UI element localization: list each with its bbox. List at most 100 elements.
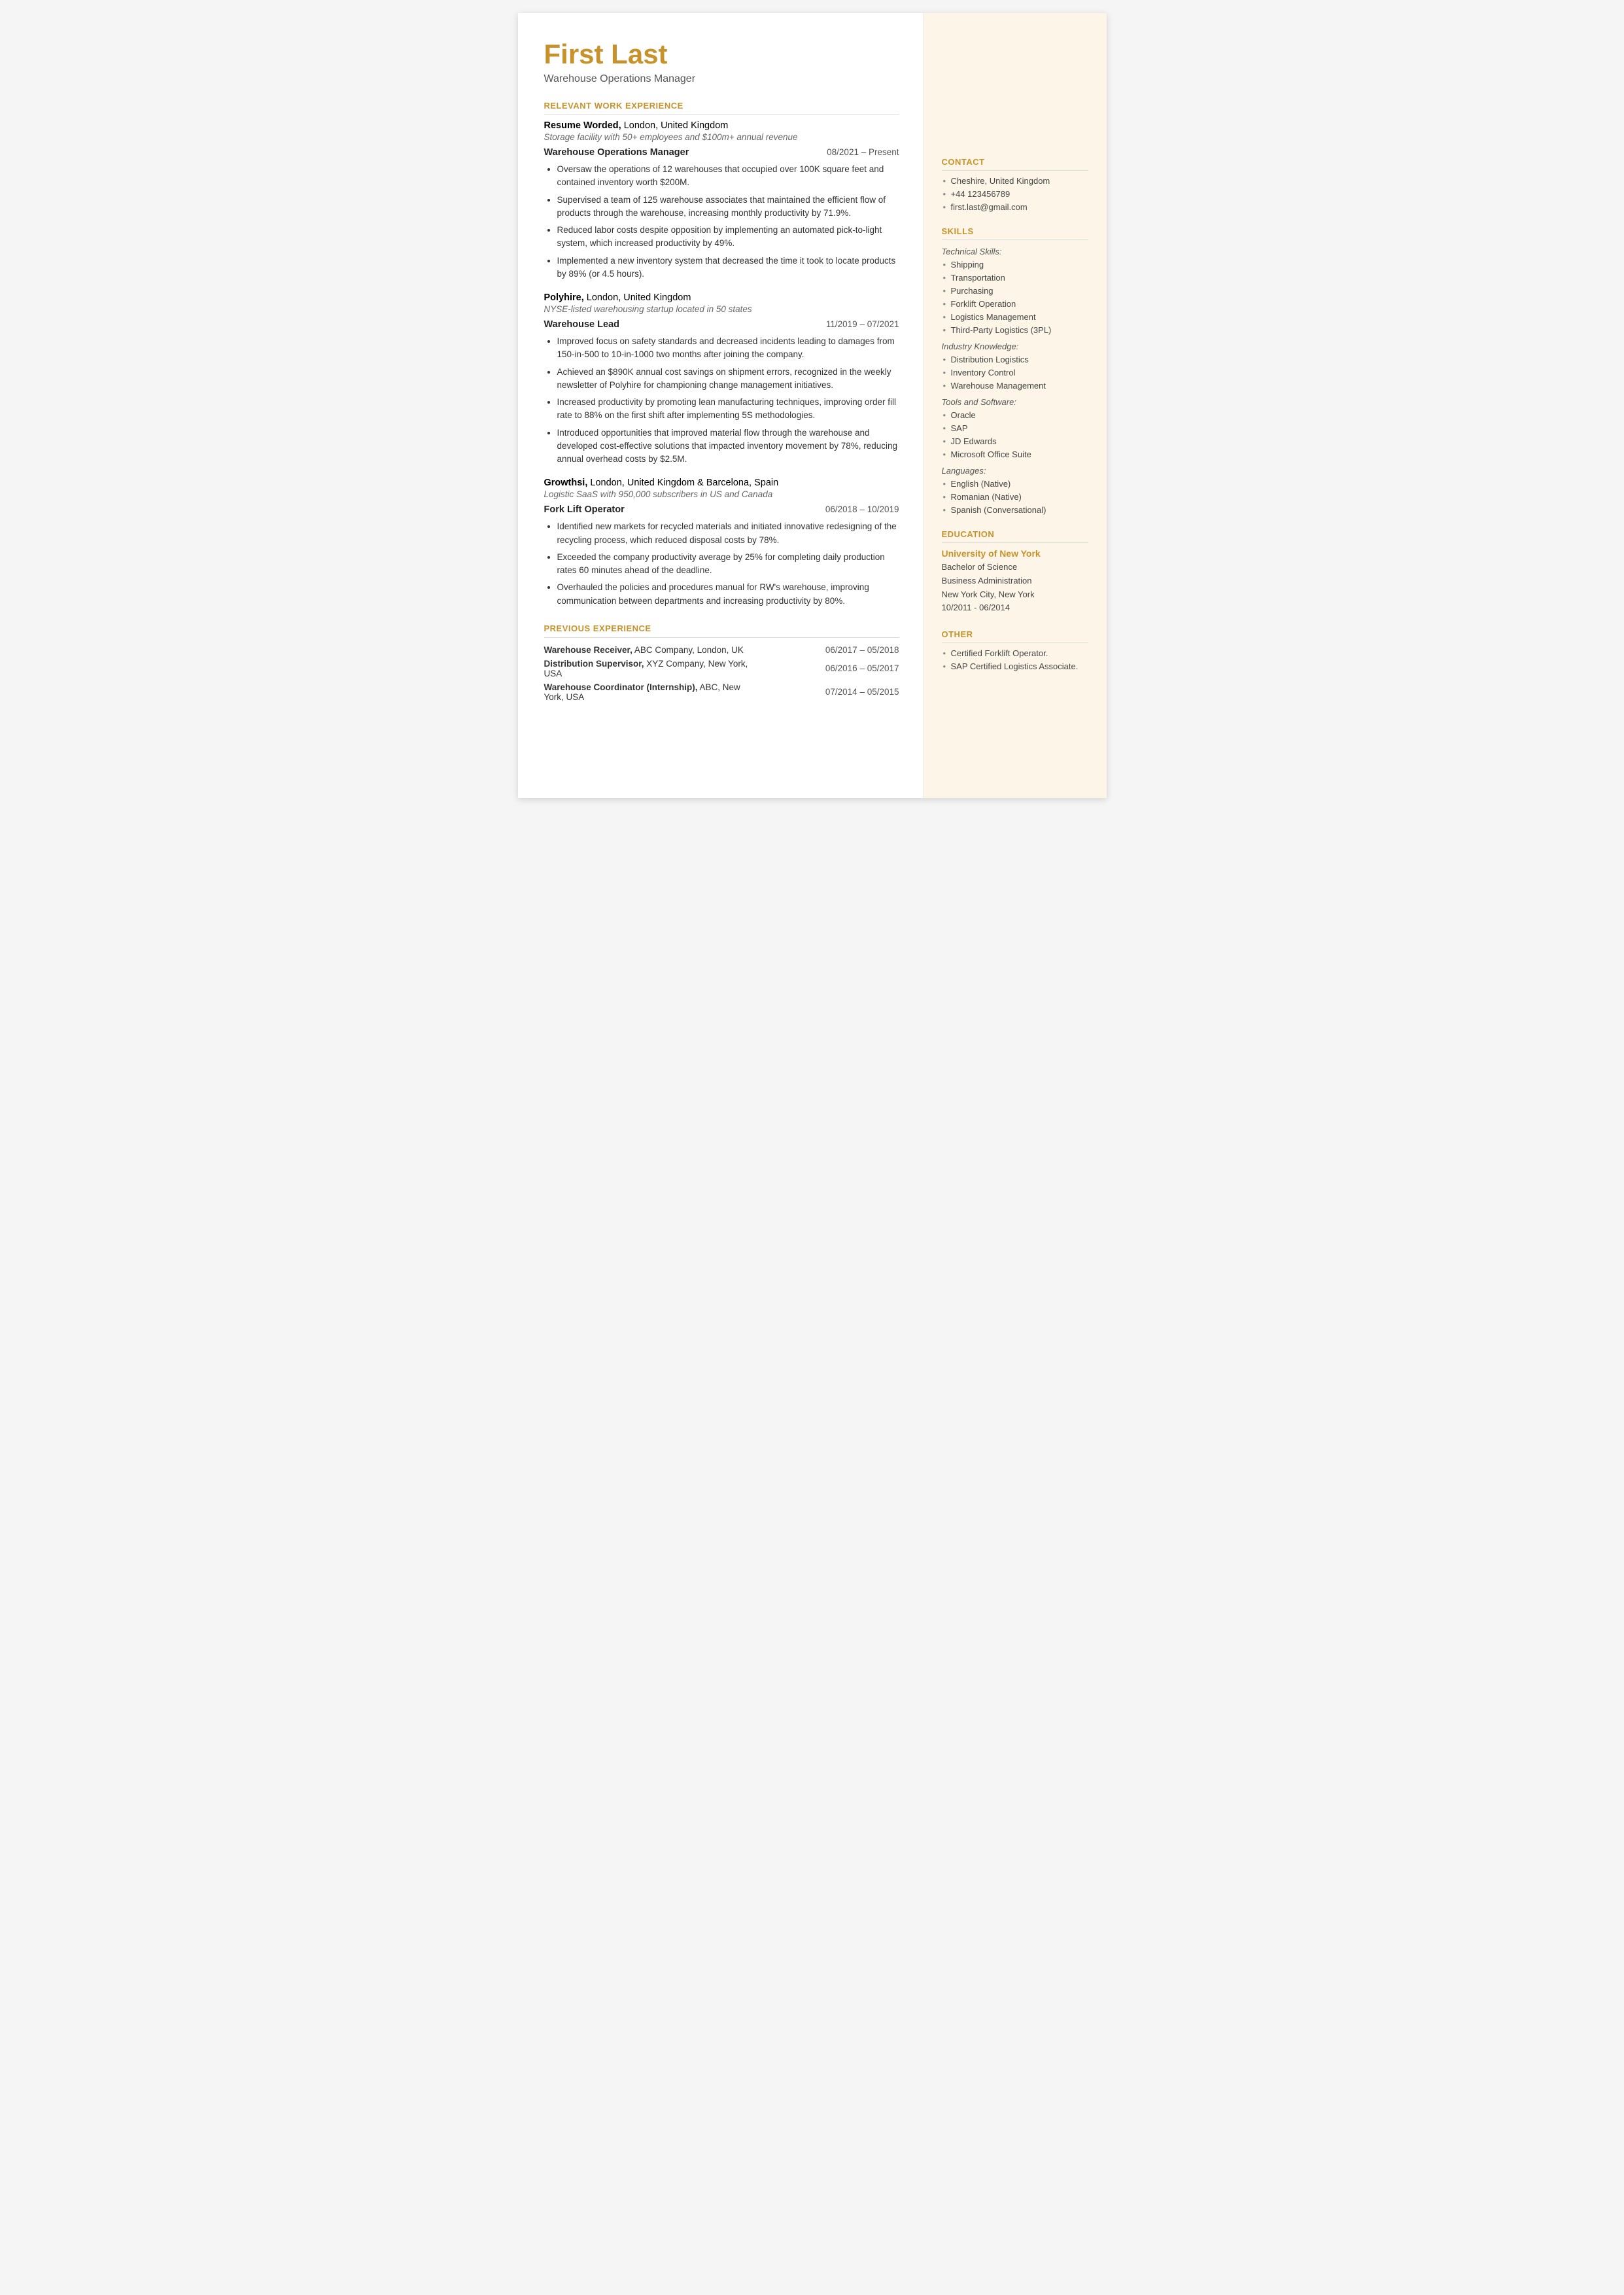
prev-role-3-bold: Warehouse Coordinator (Internship), xyxy=(544,682,698,692)
employer-2-tagline: NYSE-listed warehousing startup located … xyxy=(544,304,899,314)
skills-cat-1: Technical Skills: xyxy=(942,247,1088,256)
bullets-2: Improved focus on safety standards and d… xyxy=(544,335,899,466)
skill-4-1: English (Native) xyxy=(942,479,1088,489)
employer-1-tagline: Storage facility with 50+ employees and … xyxy=(544,132,899,142)
previous-experience-title: PREVIOUS EXPERIENCE xyxy=(544,623,899,638)
skill-4-3: Spanish (Conversational) xyxy=(942,505,1088,515)
skill-1-6: Third-Party Logistics (3PL) xyxy=(942,325,1088,335)
resume-page: First Last Warehouse Operations Manager … xyxy=(518,13,1107,798)
role-date-2: 11/2019 – 07/2021 xyxy=(826,319,899,329)
skill-3-2: SAP xyxy=(942,423,1088,433)
previous-table: Warehouse Receiver, ABC Company, London,… xyxy=(544,643,899,704)
prev-date-3: 07/2014 – 05/2015 xyxy=(757,680,899,704)
employer-2-bold: Polyhire, xyxy=(544,292,584,303)
other-item-1: Certified Forklift Operator. xyxy=(942,648,1088,658)
skills-title: SKILLS xyxy=(942,226,1088,240)
bullet-1-3: Reduced labor costs despite opposition b… xyxy=(557,224,899,251)
header-block: First Last Warehouse Operations Manager xyxy=(544,39,899,85)
other-title: OTHER xyxy=(942,629,1088,643)
contact-location: Cheshire, United Kingdom xyxy=(942,176,1088,186)
edu-dates: 10/2011 - 06/2014 xyxy=(942,603,1011,612)
skill-2-1: Distribution Logistics xyxy=(942,355,1088,364)
prev-role-3: Warehouse Coordinator (Internship), ABC,… xyxy=(544,680,757,704)
bullet-1-1: Oversaw the operations of 12 warehouses … xyxy=(557,163,899,190)
skill-2-3: Warehouse Management xyxy=(942,381,1088,391)
skills-list-4: English (Native) Romanian (Native) Spani… xyxy=(942,479,1088,515)
candidate-name: First Last xyxy=(544,39,899,69)
bullet-3-3: Overhauled the policies and procedures m… xyxy=(557,581,899,608)
prev-date-1: 06/2017 – 05/2018 xyxy=(757,643,899,657)
skill-2-2: Inventory Control xyxy=(942,368,1088,377)
bullet-3-1: Identified new markets for recycled mate… xyxy=(557,520,899,547)
contact-phone: +44 123456789 xyxy=(942,189,1088,199)
relevant-work-section: RELEVANT WORK EXPERIENCE Resume Worded, … xyxy=(544,101,899,608)
contact-email: first.last@gmail.com xyxy=(942,202,1088,212)
skills-cat-3: Tools and Software: xyxy=(942,397,1088,407)
prev-row-1: Warehouse Receiver, ABC Company, London,… xyxy=(544,643,899,657)
relevant-work-title: RELEVANT WORK EXPERIENCE xyxy=(544,101,899,115)
skills-cat-4: Languages: xyxy=(942,466,1088,476)
bullet-2-4: Introduced opportunities that improved m… xyxy=(557,427,899,466)
bullet-2-2: Achieved an $890K annual cost savings on… xyxy=(557,366,899,393)
contact-section: CONTACT Cheshire, United Kingdom +44 123… xyxy=(942,157,1088,212)
edu-school: University of New York xyxy=(942,548,1088,559)
bullets-3: Identified new markets for recycled mate… xyxy=(544,520,899,608)
bullet-1-4: Implemented a new inventory system that … xyxy=(557,254,899,281)
previous-experience-section: PREVIOUS EXPERIENCE Warehouse Receiver, … xyxy=(544,623,899,704)
prev-row-3: Warehouse Coordinator (Internship), ABC,… xyxy=(544,680,899,704)
other-section: OTHER Certified Forklift Operator. SAP C… xyxy=(942,629,1088,671)
skill-1-2: Transportation xyxy=(942,273,1088,283)
role-date-3: 06/2018 – 10/2019 xyxy=(825,504,899,514)
employer-2-rest: London, United Kingdom xyxy=(587,292,691,303)
role-row-3: Fork Lift Operator 06/2018 – 10/2019 xyxy=(544,504,899,515)
bullet-2-1: Improved focus on safety standards and d… xyxy=(557,335,899,362)
skill-3-3: JD Edwards xyxy=(942,436,1088,446)
skill-1-4: Forklift Operation xyxy=(942,299,1088,309)
prev-role-1-rest: ABC Company, London, UK xyxy=(634,645,744,655)
skill-1-1: Shipping xyxy=(942,260,1088,270)
bullet-1-2: Supervised a team of 125 warehouse assoc… xyxy=(557,194,899,220)
skill-3-1: Oracle xyxy=(942,410,1088,420)
skill-1-5: Logistics Management xyxy=(942,312,1088,322)
edu-field: Business Administration xyxy=(942,576,1032,586)
role-row-1: Warehouse Operations Manager 08/2021 – P… xyxy=(544,147,899,158)
skills-section: SKILLS Technical Skills: Shipping Transp… xyxy=(942,226,1088,515)
employer-1-bold: Resume Worded, xyxy=(544,120,621,131)
employer-3-bold: Growthsi, xyxy=(544,478,588,488)
candidate-title: Warehouse Operations Manager xyxy=(544,73,899,85)
bullet-2-3: Increased productivity by promoting lean… xyxy=(557,396,899,423)
skills-list-3: Oracle SAP JD Edwards Microsoft Office S… xyxy=(942,410,1088,459)
bullet-3-2: Exceeded the company productivity averag… xyxy=(557,551,899,578)
bullets-1: Oversaw the operations of 12 warehouses … xyxy=(544,163,899,281)
skill-1-3: Purchasing xyxy=(942,286,1088,296)
skill-4-2: Romanian (Native) xyxy=(942,492,1088,502)
skills-cat-2: Industry Knowledge: xyxy=(942,342,1088,351)
prev-role-2: Distribution Supervisor, XYZ Company, Ne… xyxy=(544,657,757,680)
job-block-1: Resume Worded, London, United Kingdom St… xyxy=(544,120,899,281)
contact-list: Cheshire, United Kingdom +44 123456789 f… xyxy=(942,176,1088,212)
prev-role-1: Warehouse Receiver, ABC Company, London,… xyxy=(544,643,757,657)
education-title: EDUCATION xyxy=(942,529,1088,543)
left-column: First Last Warehouse Operations Manager … xyxy=(518,13,924,798)
skill-3-4: Microsoft Office Suite xyxy=(942,449,1088,459)
other-item-2: SAP Certified Logistics Associate. xyxy=(942,661,1088,671)
role-title-3: Fork Lift Operator xyxy=(544,504,625,515)
skills-list-1: Shipping Transportation Purchasing Forkl… xyxy=(942,260,1088,335)
prev-role-1-bold: Warehouse Receiver, xyxy=(544,645,632,655)
role-title-2: Warehouse Lead xyxy=(544,319,620,330)
employer-1-rest: London, United Kingdom xyxy=(624,120,729,131)
employer-3-tagline: Logistic SaaS with 950,000 subscribers i… xyxy=(544,489,899,499)
edu-degree: Bachelor of Science xyxy=(942,562,1018,572)
edu-location: New York City, New York xyxy=(942,589,1035,599)
edu-details: Bachelor of Science Business Administrat… xyxy=(942,561,1088,615)
role-date-1: 08/2021 – Present xyxy=(827,147,899,157)
prev-date-2: 06/2016 – 05/2017 xyxy=(757,657,899,680)
employer-3-name: Growthsi, London, United Kingdom & Barce… xyxy=(544,478,899,488)
prev-row-2: Distribution Supervisor, XYZ Company, Ne… xyxy=(544,657,899,680)
employer-2-name: Polyhire, London, United Kingdom xyxy=(544,292,899,303)
education-section: EDUCATION University of New York Bachelo… xyxy=(942,529,1088,615)
other-list: Certified Forklift Operator. SAP Certifi… xyxy=(942,648,1088,671)
contact-title: CONTACT xyxy=(942,157,1088,171)
job-block-3: Growthsi, London, United Kingdom & Barce… xyxy=(544,478,899,608)
prev-role-2-bold: Distribution Supervisor, xyxy=(544,659,644,669)
